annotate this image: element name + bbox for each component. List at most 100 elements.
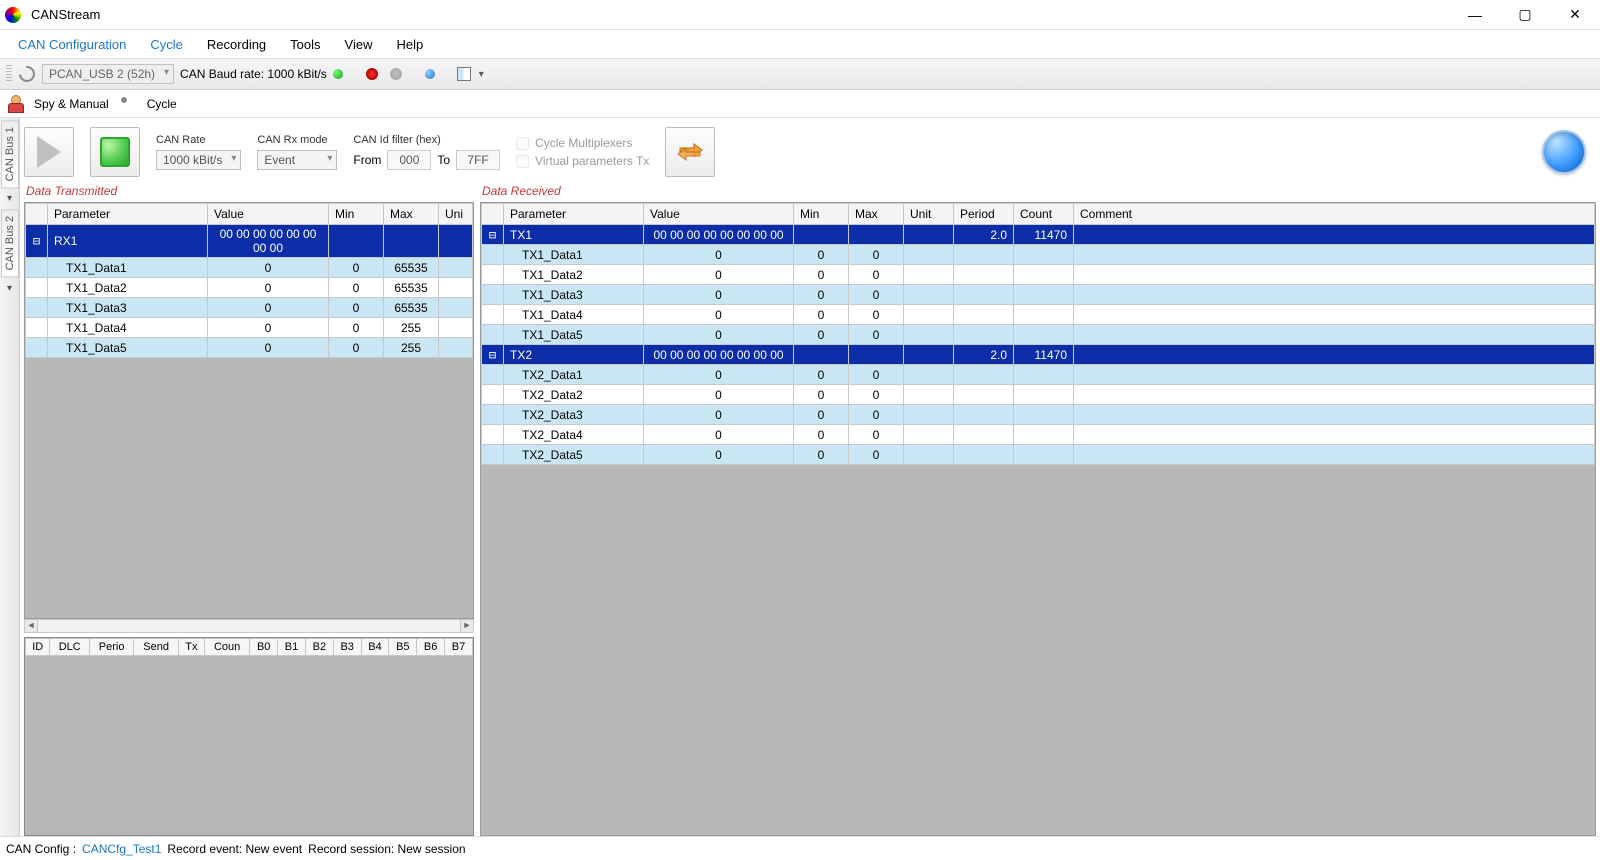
column-header[interactable]: Value <box>208 204 329 225</box>
side-arrow-icon[interactable]: ▾ <box>7 283 12 294</box>
column-header[interactable]: DLC <box>50 638 89 655</box>
minimize-button[interactable]: — <box>1455 3 1495 27</box>
expand-toggle[interactable] <box>482 445 504 465</box>
expand-toggle[interactable] <box>482 385 504 405</box>
column-header[interactable]: Min <box>329 204 384 225</box>
column-header[interactable]: ID <box>26 638 50 655</box>
expand-toggle[interactable]: ⊟ <box>26 225 48 258</box>
expand-toggle[interactable] <box>26 338 48 358</box>
table-row[interactable]: TX2_Data1000 <box>482 365 1595 385</box>
chk-cycle-multiplexers[interactable]: Cycle Multiplexers <box>516 136 649 150</box>
menu-tools[interactable]: Tools <box>278 33 332 56</box>
tab-spy-manual[interactable]: Spy & Manual <box>30 97 113 111</box>
refresh-button[interactable] <box>18 65 36 83</box>
column-header[interactable]: B6 <box>417 638 445 655</box>
close-button[interactable]: ✕ <box>1555 3 1595 27</box>
column-header[interactable]: Send <box>134 638 178 655</box>
device-dropdown[interactable]: PCAN_USB 2 (52h) <box>42 64 174 84</box>
swap-tx-rx-button[interactable] <box>665 127 715 177</box>
menu-cycle[interactable]: Cycle <box>138 33 195 56</box>
column-header[interactable]: B5 <box>389 638 417 655</box>
filter-to-input[interactable]: 7FF <box>456 150 500 170</box>
filter-from-input[interactable]: 000 <box>387 150 431 170</box>
rx-mode-select[interactable]: Event <box>257 150 337 170</box>
expand-toggle[interactable] <box>482 285 504 305</box>
table-row[interactable]: TX1_Data3000 <box>482 285 1595 305</box>
table-row[interactable]: TX1_Data2000 <box>482 265 1595 285</box>
scroll-track[interactable] <box>38 619 460 633</box>
column-header[interactable] <box>482 204 504 225</box>
expand-toggle[interactable] <box>26 298 48 318</box>
expand-toggle[interactable] <box>482 365 504 385</box>
side-tab-bus2[interactable]: CAN Bus 2 <box>1 209 19 277</box>
record-disabled-button[interactable] <box>387 65 405 83</box>
column-header[interactable]: Period <box>954 204 1014 225</box>
table-row[interactable]: TX1_Data30065535 <box>26 298 473 318</box>
menu-recording[interactable]: Recording <box>195 33 278 56</box>
side-tab-bus1[interactable]: CAN Bus 1 <box>1 120 19 188</box>
column-header[interactable]: B3 <box>333 638 361 655</box>
table-row[interactable]: TX1_Data500255 <box>26 338 473 358</box>
table-row[interactable]: TX1_Data5000 <box>482 325 1595 345</box>
side-arrow-icon[interactable]: ▾ <box>7 193 12 204</box>
column-header[interactable]: Uni <box>439 204 473 225</box>
table-row[interactable]: TX1_Data20065535 <box>26 278 473 298</box>
can-rate-select[interactable]: 1000 kBit/s <box>156 150 241 170</box>
column-header[interactable]: B2 <box>305 638 333 655</box>
rx-grid[interactable]: ParameterValueMinMaxUnitPeriodCountComme… <box>480 202 1596 836</box>
column-header[interactable]: Tx <box>178 638 204 655</box>
column-header[interactable]: Comment <box>1074 204 1595 225</box>
expand-toggle[interactable] <box>482 325 504 345</box>
column-header[interactable]: Parameter <box>504 204 644 225</box>
expand-toggle[interactable]: ⊟ <box>482 345 504 365</box>
menu-view[interactable]: View <box>333 33 385 56</box>
column-header[interactable]: Max <box>384 204 439 225</box>
column-header[interactable]: Max <box>849 204 904 225</box>
tx-grid[interactable]: ParameterValueMinMaxUni ⊟RX100 00 00 00 … <box>24 202 474 619</box>
column-header[interactable]: Count <box>1014 204 1074 225</box>
column-header[interactable]: B4 <box>361 638 389 655</box>
expand-toggle[interactable] <box>482 245 504 265</box>
expand-toggle[interactable] <box>26 318 48 338</box>
column-header[interactable]: Min <box>794 204 849 225</box>
table-row[interactable]: TX1_Data400255 <box>26 318 473 338</box>
table-row[interactable]: TX2_Data3000 <box>482 405 1595 425</box>
column-header[interactable]: Perio <box>89 638 133 655</box>
table-row[interactable]: TX1_Data1000 <box>482 245 1595 265</box>
scroll-right-icon[interactable]: ► <box>460 619 474 633</box>
column-header[interactable]: B0 <box>250 638 278 655</box>
table-row[interactable]: ⊟TX200 00 00 00 00 00 00 002.011470 <box>482 345 1595 365</box>
menu-can-configuration[interactable]: CAN Configuration <box>6 33 138 56</box>
layout-button[interactable] <box>455 65 473 83</box>
column-header[interactable] <box>26 204 48 225</box>
table-row[interactable]: ⊟RX100 00 00 00 00 00 00 00 <box>26 225 473 258</box>
tab-cycle[interactable]: Cycle <box>143 97 181 111</box>
stop-button[interactable] <box>90 127 140 177</box>
expand-toggle[interactable] <box>26 258 48 278</box>
menu-help[interactable]: Help <box>384 33 435 56</box>
column-header[interactable]: B1 <box>278 638 306 655</box>
status-config-link[interactable]: CANCfg_Test1 <box>82 842 161 856</box>
table-row[interactable]: TX2_Data5000 <box>482 445 1595 465</box>
expand-toggle[interactable] <box>482 265 504 285</box>
raw-frames-grid[interactable]: IDDLCPerioSendTxCounB0B1B2B3B4B5B6B7 <box>24 637 474 837</box>
table-row[interactable]: TX2_Data2000 <box>482 385 1595 405</box>
tx-hscrollbar[interactable]: ◄ ► <box>24 619 474 633</box>
expand-toggle[interactable] <box>26 278 48 298</box>
expand-toggle[interactable] <box>482 305 504 325</box>
column-header[interactable]: Parameter <box>48 204 208 225</box>
column-header[interactable]: Coun <box>205 638 250 655</box>
expand-toggle[interactable]: ⊟ <box>482 225 504 245</box>
table-row[interactable]: TX1_Data10065535 <box>26 258 473 278</box>
column-header[interactable]: Value <box>644 204 794 225</box>
layout-dropdown-arrow-icon[interactable]: ▾ <box>479 69 484 80</box>
record-button[interactable] <box>363 65 381 83</box>
chk-virtual-tx[interactable]: Virtual parameters Tx <box>516 154 649 168</box>
play-button[interactable] <box>24 127 74 177</box>
maximize-button[interactable]: ▢ <box>1505 3 1545 27</box>
column-header[interactable]: Unit <box>904 204 954 225</box>
expand-toggle[interactable] <box>482 425 504 445</box>
expand-toggle[interactable] <box>482 405 504 425</box>
table-row[interactable]: TX1_Data4000 <box>482 305 1595 325</box>
column-header[interactable]: B7 <box>445 638 473 655</box>
